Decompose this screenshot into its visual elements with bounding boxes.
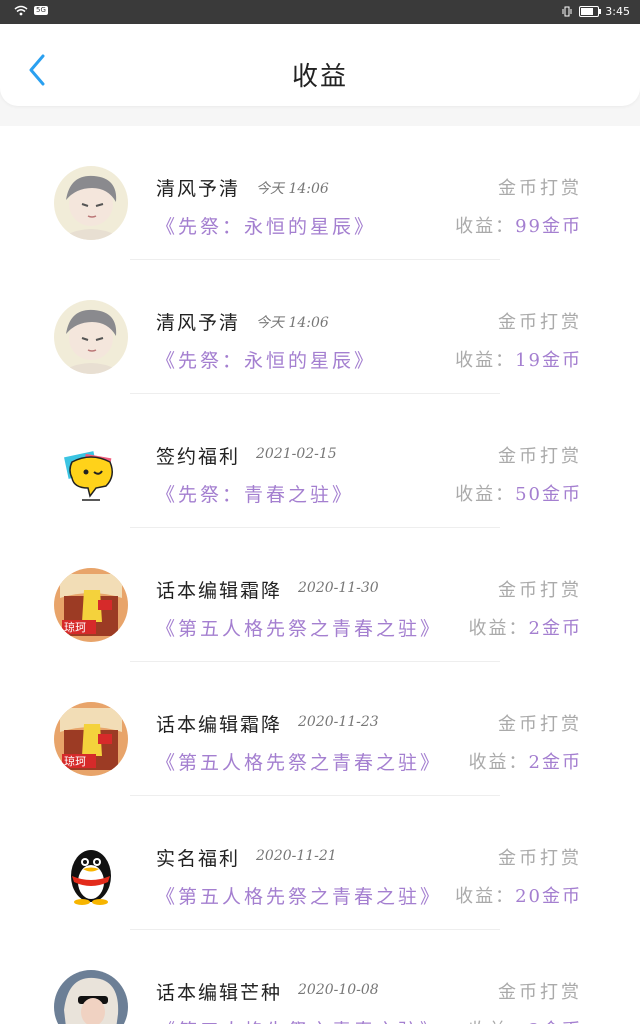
sender-name: 话本编辑霜降	[156, 714, 283, 736]
sender-name: 话本编辑霜降	[156, 580, 283, 602]
page-title: 收益	[291, 62, 348, 92]
avatar[interactable]	[54, 836, 128, 910]
vibrate-icon	[562, 6, 572, 17]
record-date: 2020-10-08	[298, 982, 379, 998]
income-list: 清风予清 今天 14:06 金币打赏 《先祭：永恒的星辰》 收益：99金币 清风予清 今天 …	[0, 126, 640, 1024]
avatar[interactable]	[54, 434, 128, 508]
income-amount: 2金币	[528, 752, 582, 773]
list-item[interactable]: 清风予清 今天 14:06 金币打赏《先祭：永恒的星辰》 收益：19金币	[0, 260, 640, 394]
income-amount: 20金币	[515, 886, 582, 907]
income-amount: 2金币	[528, 618, 582, 639]
avatar[interactable]	[54, 166, 128, 240]
svg-text:琼珂: 琼珂	[64, 620, 86, 634]
income-amount: 50金币	[515, 484, 582, 505]
income-amount: 19金币	[515, 350, 582, 371]
reward-type: 金币打赏	[498, 982, 582, 1003]
avatar[interactable]: 琼珂	[54, 568, 128, 642]
reward-type: 金币打赏	[498, 714, 582, 735]
svg-text:琼珂: 琼珂	[64, 754, 86, 768]
income-label: 收益：	[469, 1020, 529, 1024]
sender-name: 清风予清	[156, 312, 241, 334]
income-label: 收益：	[455, 350, 516, 371]
sender-name: 实名福利	[156, 848, 241, 870]
income-label: 收益：	[455, 484, 516, 505]
reward-type: 金币打赏	[498, 178, 582, 199]
reward-type: 金币打赏	[498, 312, 582, 333]
income-label: 收益：	[468, 752, 529, 773]
avatar[interactable]: 琼珂	[54, 702, 128, 776]
record-date: 2020-11-21	[256, 848, 337, 864]
record-date: 2021-02-15	[256, 446, 337, 462]
app-header: 收益	[0, 24, 640, 106]
income-label: 收益：	[455, 886, 516, 907]
book-title[interactable]: 《第五人格先祭之青春之驻》	[156, 748, 442, 775]
list-item[interactable]: 清风予清 今天 14:06 金币打赏《先祭：永恒的星辰》 收益：99金币	[0, 126, 640, 260]
status-bar: 5G 3:45	[0, 0, 640, 24]
battery-icon	[579, 6, 602, 17]
sender-name: 话本编辑芒种	[156, 982, 283, 1004]
avatar[interactable]	[54, 970, 128, 1024]
avatar[interactable]	[54, 300, 128, 374]
list-item[interactable]: 签约福利 2021-02-15 金币打赏《先祭：青春之驻》 收益：50金币	[0, 394, 640, 528]
income-amount: 99金币	[515, 216, 582, 237]
income-label: 收益：	[468, 618, 529, 639]
reward-type: 金币打赏	[498, 580, 582, 601]
income-info: 收益：99金币	[455, 212, 582, 238]
income-info: 收益：2金币	[469, 614, 582, 640]
status-time: 3:45	[605, 5, 630, 18]
record-date: 2020-11-30	[298, 580, 379, 596]
book-title[interactable]: 《第五人格先祭之青春之驻》	[156, 614, 442, 641]
income-info: 收益：20金币	[455, 882, 582, 908]
record-date: 今天 14:06	[256, 315, 329, 331]
book-title[interactable]: 《先祭：青春之驻》	[156, 480, 354, 507]
list-item[interactable]: 琼珂 话本编辑霜降 2020-11-23 金币打赏《第五人格先祭之青春之驻》 收益：2金…	[0, 662, 640, 796]
record-date: 2020-11-23	[298, 714, 379, 730]
list-item[interactable]: 实名福利 2020-11-21 金币打赏《第五人格先祭之青春之驻》 收益：20金币	[0, 796, 640, 930]
list-item[interactable]: 话本编辑芒种2020-10-08金币打赏《第五人格先祭之青春之驻》收益：2金币	[0, 930, 640, 1024]
reward-type: 金币打赏	[498, 446, 582, 467]
sender-name: 清风予清	[156, 178, 241, 200]
sender-name: 签约福利	[156, 446, 241, 468]
income-label: 收益：	[455, 216, 516, 237]
list-item[interactable]: 琼珂 话本编辑霜降 2020-11-30 金币打赏《第五人格先祭之青春之驻》 收益：2金…	[0, 528, 640, 662]
book-title[interactable]: 《第五人格先祭之青春之驻》	[156, 1016, 442, 1024]
income-info: 收益：2金币	[469, 1016, 582, 1024]
income-amount: 2金币	[529, 1020, 582, 1024]
reward-type: 金币打赏	[498, 848, 582, 869]
income-info: 收益：2金币	[469, 748, 582, 774]
record-date: 今天 14:06	[256, 181, 329, 197]
income-info: 收益：50金币	[455, 480, 582, 506]
book-title[interactable]: 《先祭：永恒的星辰》	[156, 346, 376, 373]
wifi-icon	[14, 5, 28, 16]
book-title[interactable]: 《第五人格先祭之青春之驻》	[156, 882, 442, 909]
book-title[interactable]: 《先祭：永恒的星辰》	[156, 212, 376, 239]
network-badge: 5G	[34, 6, 48, 15]
income-info: 收益：19金币	[455, 346, 582, 372]
